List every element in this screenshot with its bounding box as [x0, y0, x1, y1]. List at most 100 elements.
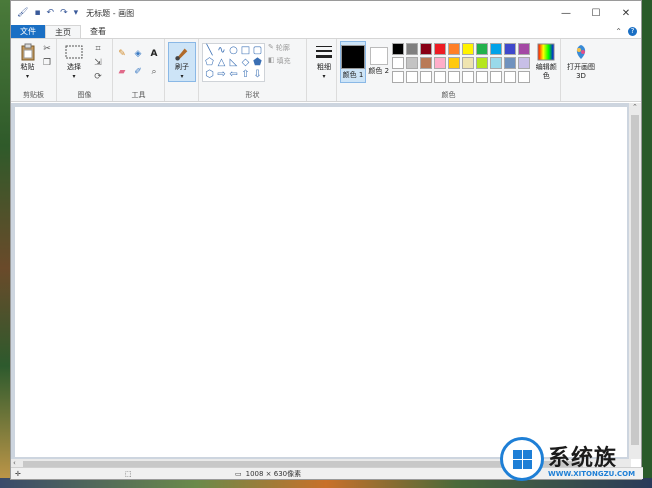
magnifier-icon[interactable]: ⌕: [148, 66, 160, 78]
palette-swatch[interactable]: [433, 71, 446, 83]
text-icon[interactable]: A: [148, 48, 160, 60]
oval-shape-icon[interactable]: ○: [228, 45, 239, 56]
up-arrow-shape-icon[interactable]: ⇧: [240, 69, 251, 80]
color2-button[interactable]: 颜色 2: [368, 41, 390, 83]
pencil-icon[interactable]: ✎: [116, 48, 128, 60]
close-button[interactable]: ✕: [611, 8, 641, 19]
left-arrow-shape-icon[interactable]: ⇦: [228, 69, 239, 80]
rounded-rectangle-shape-icon[interactable]: ▢: [252, 45, 263, 56]
save-icon[interactable]: ▪: [34, 8, 40, 18]
palette-swatch[interactable]: [433, 43, 446, 55]
quick-access-toolbar: 🖌 ▪ ↶ ↷ ▾: [17, 8, 78, 18]
pentagon-shape-icon[interactable]: ⬟: [252, 57, 263, 68]
palette-swatch[interactable]: [405, 71, 418, 83]
palette-swatch[interactable]: [391, 57, 404, 69]
vertical-scrollbar[interactable]: ⌃: [629, 103, 641, 459]
tools-group: ✎ ◈ A ▰ ✐ ⌕ 工具: [113, 39, 165, 101]
palette-swatch[interactable]: [503, 57, 516, 69]
palette-swatch[interactable]: [419, 71, 432, 83]
brushes-button[interactable]: 刷子 ▾: [168, 42, 196, 82]
resize-icon[interactable]: ⇲: [92, 57, 104, 69]
tab-home[interactable]: 主页: [45, 25, 81, 38]
minimize-button[interactable]: —: [551, 8, 581, 19]
palette-swatch[interactable]: [405, 57, 418, 69]
rotate-icon[interactable]: ⟳: [92, 71, 104, 83]
color1-button[interactable]: 颜色 1: [340, 41, 366, 83]
collapse-ribbon-icon[interactable]: ⌃: [615, 27, 622, 36]
palette-swatch[interactable]: [461, 71, 474, 83]
undo-icon[interactable]: ↶: [47, 8, 55, 18]
palette-swatch[interactable]: [447, 57, 460, 69]
palette-swatch[interactable]: [391, 71, 404, 83]
paste-icon: [21, 43, 34, 61]
edit-colors-label: 编辑颜色: [535, 63, 557, 80]
line-size-icon: [316, 46, 332, 58]
palette-swatch[interactable]: [447, 43, 460, 55]
fill-shape-button[interactable]: ◧ 填充: [268, 56, 291, 66]
rectangle-shape-icon[interactable]: □: [240, 45, 251, 56]
tab-file[interactable]: 文件: [11, 25, 45, 38]
hexagon-shape-icon[interactable]: ⬡: [204, 69, 215, 80]
palette-swatch[interactable]: [517, 71, 530, 83]
eraser-icon[interactable]: ▰: [116, 66, 128, 78]
triangle-shape-icon[interactable]: △: [216, 57, 227, 68]
tab-view[interactable]: 查看: [81, 25, 115, 38]
ribbon-tabs: 文件 主页 查看 ⌃ ?: [11, 25, 641, 38]
drawing-canvas[interactable]: [15, 107, 627, 457]
curve-shape-icon[interactable]: ∿: [216, 45, 227, 56]
polygon-shape-icon[interactable]: ⬠: [204, 57, 215, 68]
select-button[interactable]: 选择 ▾: [60, 41, 88, 83]
paste-button[interactable]: 粘贴 ▾: [14, 41, 41, 81]
title-bar: 🖌 ▪ ↶ ↷ ▾ 无标题 - 画图 — ☐ ✕: [11, 1, 641, 25]
diamond-shape-icon[interactable]: ◇: [240, 57, 251, 68]
paint-window: 🖌 ▪ ↶ ↷ ▾ 无标题 - 画图 — ☐ ✕ 文件 主页 查看 ⌃ ? 粘贴…: [10, 0, 643, 480]
line-shape-icon[interactable]: ╲: [204, 45, 215, 56]
scroll-up-icon[interactable]: ⌃: [632, 103, 638, 111]
palette-swatch[interactable]: [391, 43, 404, 55]
help-icon[interactable]: ?: [628, 27, 637, 36]
clipboard-group: 粘贴 ▾ ✂ ❐ 剪贴板: [11, 39, 57, 101]
outline-label: 轮廓: [275, 44, 290, 52]
palette-swatch[interactable]: [475, 71, 488, 83]
image-size-text: 1008 × 630像素: [245, 469, 302, 478]
copy-icon[interactable]: ❐: [41, 57, 53, 69]
palette-swatch[interactable]: [461, 57, 474, 69]
palette-swatch[interactable]: [475, 57, 488, 69]
outline-button[interactable]: ✎ 轮廓: [268, 43, 291, 53]
fill-label: 填充: [276, 57, 291, 65]
color-picker-icon[interactable]: ✐: [132, 66, 144, 78]
select-icon: [65, 45, 83, 59]
maximize-button[interactable]: ☐: [581, 8, 611, 19]
right-triangle-shape-icon[interactable]: ◺: [228, 57, 239, 68]
edit-colors-button[interactable]: 编辑颜色: [536, 41, 558, 83]
scroll-left-icon[interactable]: ‹: [13, 459, 16, 467]
redo-icon[interactable]: ↷: [60, 8, 68, 18]
palette-swatch[interactable]: [503, 71, 516, 83]
right-arrow-shape-icon[interactable]: ⇨: [216, 69, 227, 80]
cursor-position: ✛: [11, 470, 121, 478]
customize-dropdown-icon[interactable]: ▾: [74, 8, 79, 18]
palette-swatch[interactable]: [517, 57, 530, 69]
clipboard-group-label: 剪贴板: [23, 91, 44, 99]
palette-swatch[interactable]: [489, 57, 502, 69]
crop-icon[interactable]: ⌗: [92, 43, 104, 55]
palette-swatch[interactable]: [489, 71, 502, 83]
brushes-label: 刷子: [175, 63, 189, 71]
palette-swatch[interactable]: [419, 57, 432, 69]
palette-swatch[interactable]: [419, 43, 432, 55]
size-button[interactable]: 粗细 ▾: [310, 41, 338, 81]
vertical-scroll-thumb[interactable]: [631, 115, 639, 445]
paint3d-group: 打开画图 3D: [561, 39, 601, 101]
palette-swatch[interactable]: [489, 43, 502, 55]
palette-swatch[interactable]: [447, 71, 460, 83]
palette-swatch[interactable]: [503, 43, 516, 55]
palette-swatch[interactable]: [461, 43, 474, 55]
palette-swatch[interactable]: [433, 57, 446, 69]
palette-swatch[interactable]: [405, 43, 418, 55]
down-arrow-shape-icon[interactable]: ⇩: [252, 69, 263, 80]
palette-swatch[interactable]: [475, 43, 488, 55]
palette-swatch[interactable]: [517, 43, 530, 55]
open-paint3d-button[interactable]: 打开画图 3D: [564, 41, 598, 81]
fill-icon[interactable]: ◈: [132, 48, 144, 60]
cut-icon[interactable]: ✂: [41, 43, 53, 55]
